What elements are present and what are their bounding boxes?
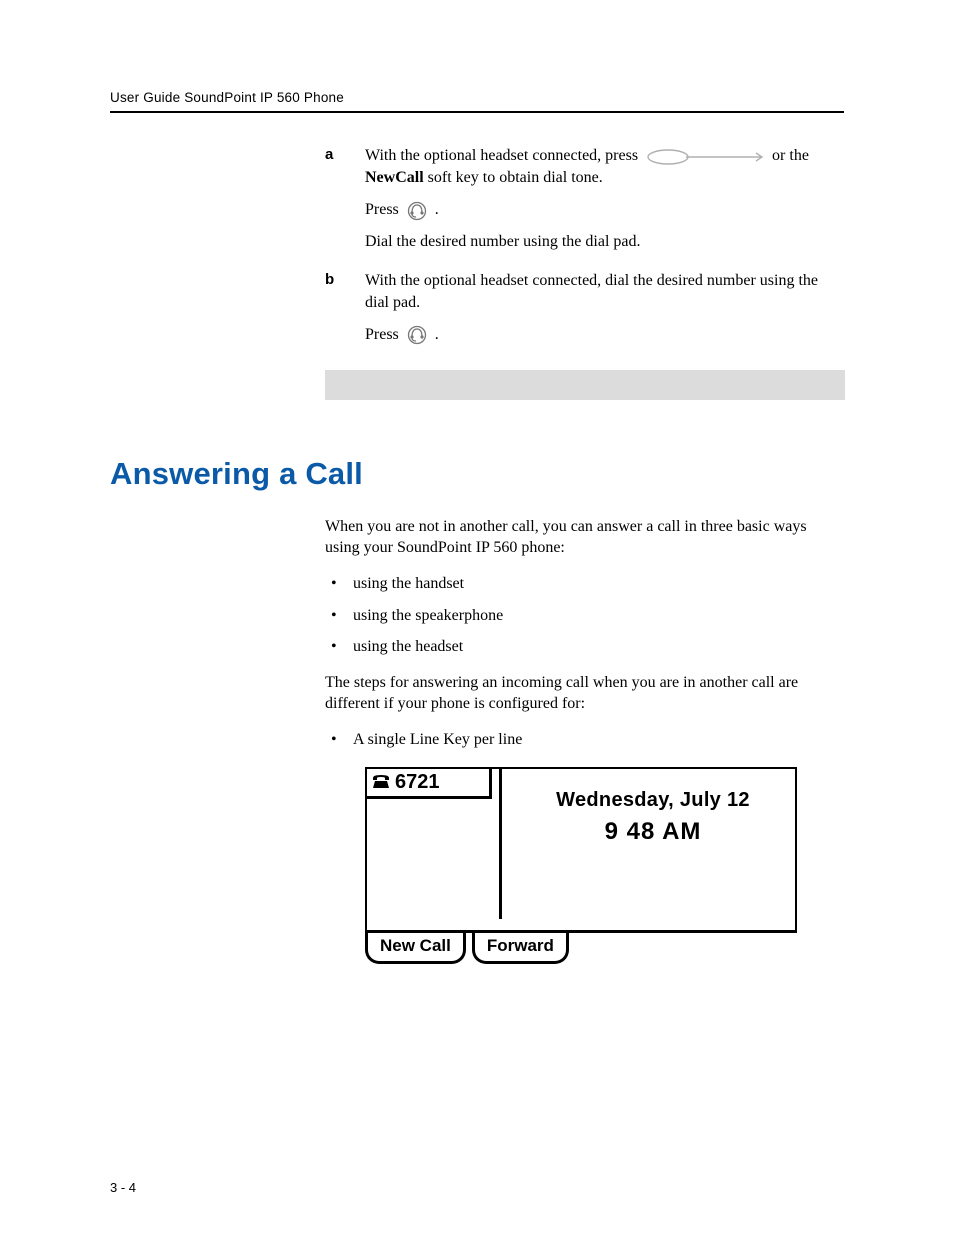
page: User Guide SoundPoint IP 560 Phone a Wit… xyxy=(0,0,954,1235)
step-b-text: With the optional headset connected, dia… xyxy=(365,272,818,311)
step-a-text-2: or the xyxy=(772,147,809,164)
step-a-dial-text: Dial the desired number using the dial p… xyxy=(365,231,845,253)
step-a-text-3: soft key to obtain dial tone. xyxy=(428,169,603,186)
header-rule xyxy=(110,111,844,113)
note-bar xyxy=(325,370,845,400)
intro-para-1: When you are not in another call, you ca… xyxy=(325,516,845,559)
softkey-new-call: New Call xyxy=(365,931,466,965)
newcall-bold: NewCall xyxy=(365,169,424,186)
step-b: b With the optional headset connected, d… xyxy=(325,270,845,345)
step-a-press-row: Press . xyxy=(365,199,845,221)
headset-icon xyxy=(407,199,427,221)
running-header: User Guide SoundPoint IP 560 Phone xyxy=(110,90,844,105)
softkey-row: New Call Forward xyxy=(365,931,797,965)
step-b-press-row: Press . xyxy=(365,324,845,346)
heading-answering-a-call: Answering a Call xyxy=(110,456,844,492)
softkey-forward: Forward xyxy=(472,931,569,965)
phone-icon xyxy=(371,769,391,796)
press-label-b: Press xyxy=(365,326,403,343)
phone-screenshot: 6721 Wednesday, July 12 9 48 AM New Call… xyxy=(365,767,797,965)
phone-display: 6721 Wednesday, July 12 9 48 AM xyxy=(365,767,797,933)
page-number: 3 - 4 xyxy=(110,1180,136,1195)
bullet-headset: using the headset xyxy=(325,636,845,658)
date-time-area: Wednesday, July 12 9 48 AM xyxy=(519,787,787,848)
bullet-list-1: using the handset using the speakerphone… xyxy=(325,573,845,658)
bullet-speakerphone: using the speakerphone xyxy=(325,605,845,627)
line-tab-area: 6721 xyxy=(367,769,502,919)
press-dot: . xyxy=(435,201,439,218)
step-a: a With the optional headset connected, p… xyxy=(325,145,845,252)
step-marker-a: a xyxy=(325,145,333,165)
intro-para-2: The steps for answering an incoming call… xyxy=(325,672,845,715)
line-key-icon xyxy=(646,146,764,168)
step-a-text-1: With the optional headset connected, pre… xyxy=(365,147,642,164)
headset-icon xyxy=(407,324,427,346)
section-body: When you are not in another call, you ca… xyxy=(325,516,845,965)
press-dot-b: . xyxy=(435,326,439,343)
step-marker-b: b xyxy=(325,270,334,290)
bullet-list-2: A single Line Key per line xyxy=(325,729,845,751)
body-column: a With the optional headset connected, p… xyxy=(325,145,845,400)
line-number: 6721 xyxy=(395,769,440,796)
bullet-single-line-key: A single Line Key per line xyxy=(325,729,845,751)
line-key-box: 6721 xyxy=(367,769,492,799)
press-label: Press xyxy=(365,201,403,218)
time-text: 9 48 AM xyxy=(519,816,787,848)
date-text: Wednesday, July 12 xyxy=(519,787,787,814)
step-list: a With the optional headset connected, p… xyxy=(325,145,845,346)
bullet-handset: using the handset xyxy=(325,573,845,595)
